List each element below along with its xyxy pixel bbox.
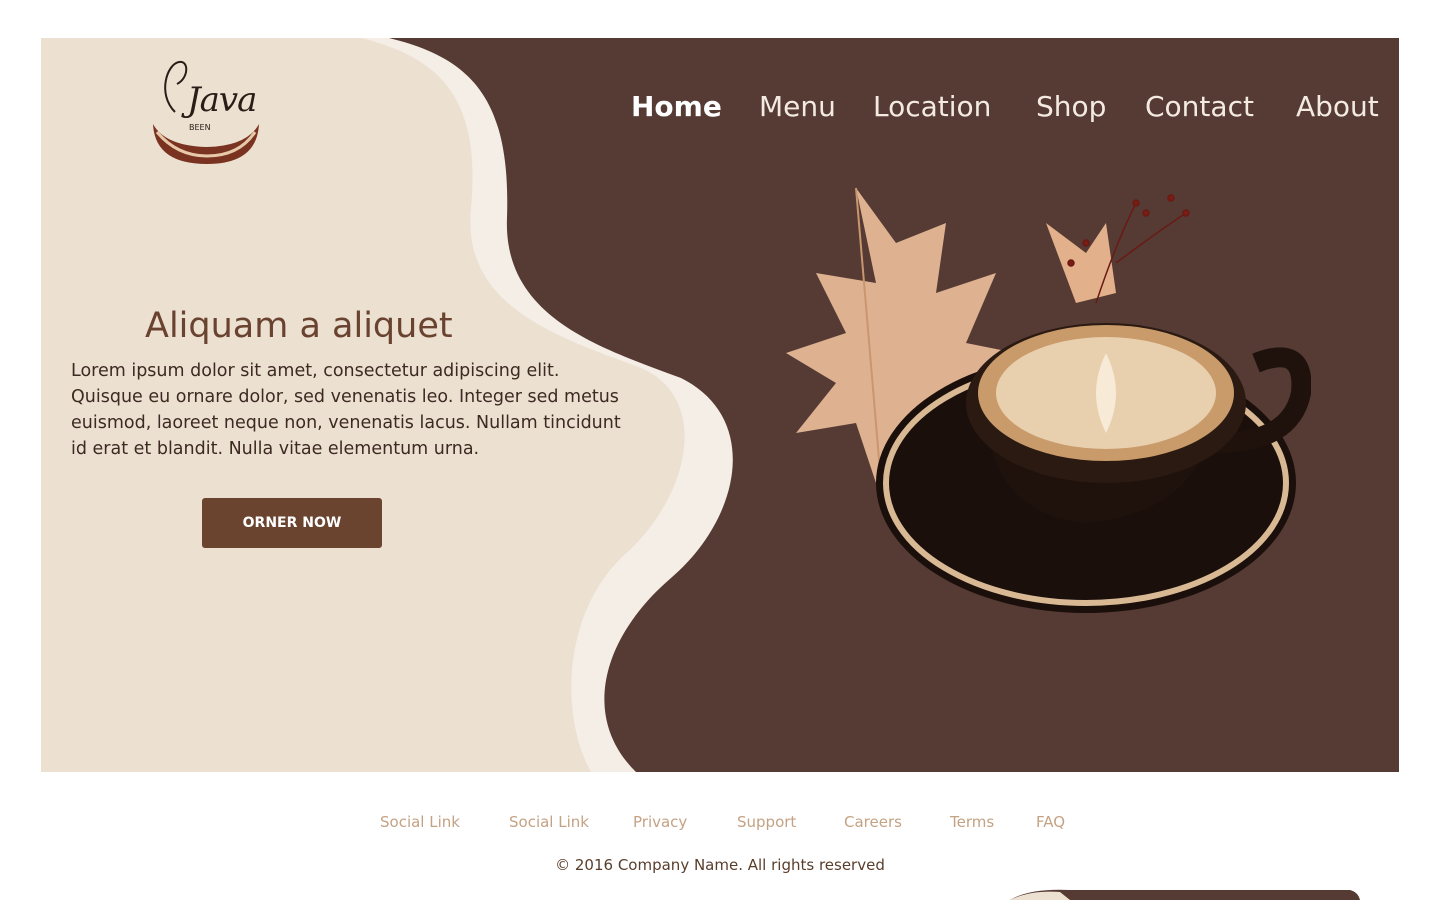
- footer-link-social-2[interactable]: Social Link: [509, 813, 589, 831]
- hero-body-text: Lorem ipsum dolor sit amet, consectetur …: [71, 361, 621, 459]
- nav-item-shop[interactable]: Shop: [1036, 90, 1106, 123]
- copyright-text: © 2016 Company Name. All rights reserved: [555, 856, 885, 874]
- nav-item-home[interactable]: Home: [631, 90, 722, 123]
- hero-headline: Aliquam a aliquet: [145, 306, 453, 346]
- nav-item-about[interactable]: About: [1296, 90, 1379, 123]
- footer-link-privacy[interactable]: Privacy: [633, 813, 687, 831]
- coffee-cup-illustration: [786, 187, 1311, 613]
- hero-section: Java BEEN Home Menu Location Shop Contac…: [41, 38, 1399, 772]
- footer-link-terms[interactable]: Terms: [950, 813, 994, 831]
- nav-item-contact[interactable]: Contact: [1145, 90, 1254, 123]
- bottom-wave-decoration: [1010, 889, 1360, 900]
- footer-link-support[interactable]: Support: [737, 813, 796, 831]
- order-now-button[interactable]: ORNER NOW: [202, 498, 382, 548]
- main-nav: Home Menu Location Shop Contact About: [41, 90, 1399, 130]
- footer-link-social-1[interactable]: Social Link: [380, 813, 460, 831]
- footer-link-careers[interactable]: Careers: [844, 813, 902, 831]
- nav-item-menu[interactable]: Menu: [759, 90, 836, 123]
- nav-item-location[interactable]: Location: [873, 90, 991, 123]
- footer-link-faq[interactable]: FAQ: [1036, 813, 1065, 831]
- footer-links: Social Link Social Link Privacy Support …: [0, 813, 1440, 837]
